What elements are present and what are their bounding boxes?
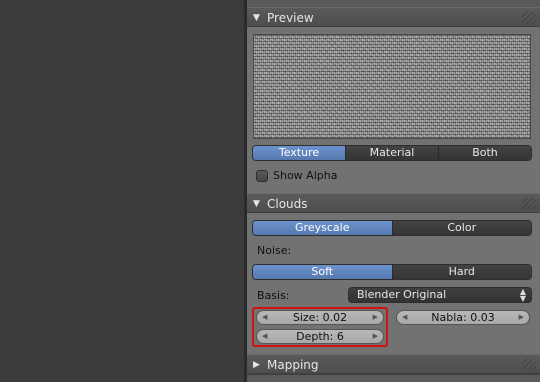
collapse-triangle-icon: ▼: [253, 13, 260, 23]
preview-panel-header[interactable]: ▼ Preview: [247, 7, 540, 27]
basis-dropdown[interactable]: Blender Original ▲ ▼: [348, 287, 532, 303]
noise-type-selector: Soft Hard: [252, 264, 532, 280]
increment-arrow-icon[interactable]: ▶: [373, 330, 378, 343]
size-field[interactable]: ◀ Size: 0.02 ▶: [256, 310, 384, 325]
basis-label: Basis:: [257, 289, 290, 302]
drag-grip-icon[interactable]: [522, 198, 536, 210]
decrement-arrow-icon[interactable]: ◀: [402, 311, 407, 324]
up-down-arrows-icon: ▲ ▼: [519, 287, 526, 303]
option-hard[interactable]: Hard: [391, 265, 531, 279]
basis-value: Blender Original: [357, 288, 447, 301]
show-alpha-label: Show Alpha: [273, 169, 338, 182]
depth-value: Depth: 6: [296, 330, 344, 343]
option-color[interactable]: Color: [391, 221, 531, 235]
checkbox-box[interactable]: [256, 169, 268, 182]
show-alpha-checkbox[interactable]: Show Alpha: [256, 169, 337, 182]
decrement-arrow-icon[interactable]: ◀: [262, 311, 267, 324]
panel-title: Clouds: [267, 197, 308, 211]
preview-mode-selector: Texture Material Both: [252, 145, 532, 161]
tab-texture[interactable]: Texture: [253, 146, 345, 160]
option-greyscale[interactable]: Greyscale: [253, 221, 392, 235]
collapse-triangle-icon: ▼: [253, 199, 260, 209]
nabla-value: Nabla: 0.03: [431, 311, 495, 324]
option-soft[interactable]: Soft: [253, 265, 392, 279]
depth-field[interactable]: ◀ Depth: 6 ▶: [256, 329, 384, 344]
clouds-panel-body: Greyscale Color Noise: Soft Hard Basis: …: [247, 213, 540, 353]
drag-grip-icon[interactable]: [522, 359, 536, 371]
panel-title: Mapping: [267, 358, 319, 372]
panel-bottom-strip: [247, 374, 540, 382]
increment-arrow-icon[interactable]: ▶: [519, 311, 524, 324]
texture-preview: [253, 34, 531, 139]
decrement-arrow-icon[interactable]: ◀: [262, 330, 267, 343]
increment-arrow-icon[interactable]: ▶: [373, 311, 378, 324]
mapping-panel-header[interactable]: ▶ Mapping: [247, 354, 540, 374]
color-mode-selector: Greyscale Color: [252, 220, 532, 236]
3d-viewport-area[interactable]: [0, 0, 244, 382]
properties-editor: ▼ Preview Texture Material Both Show Alp…: [247, 0, 540, 382]
drag-grip-icon[interactable]: [522, 12, 536, 24]
preview-panel-body: Texture Material Both Show Alpha: [247, 27, 540, 192]
panel-top-strip: [247, 0, 540, 7]
expand-triangle-icon: ▶: [253, 360, 260, 370]
size-value: Size: 0.02: [292, 311, 348, 324]
nabla-field[interactable]: ◀ Nabla: 0.03 ▶: [396, 310, 530, 325]
tab-material[interactable]: Material: [345, 146, 438, 160]
tab-both[interactable]: Both: [438, 146, 531, 160]
clouds-panel-header[interactable]: ▼ Clouds: [247, 193, 540, 213]
panel-title: Preview: [267, 11, 314, 25]
noise-label: Noise:: [257, 244, 292, 257]
